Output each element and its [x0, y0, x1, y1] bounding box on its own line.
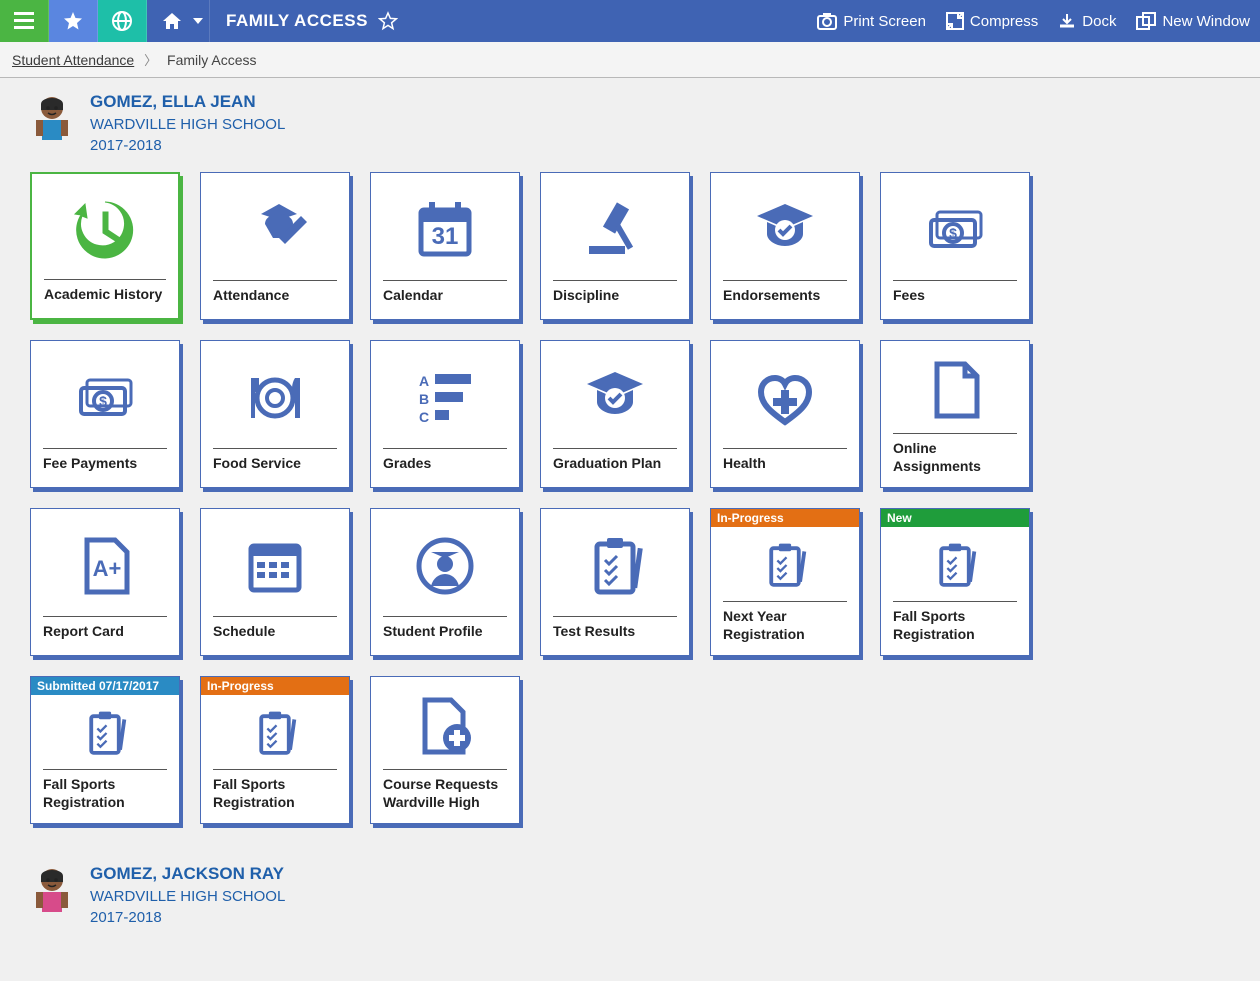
chevron-down-icon: [193, 18, 203, 24]
tile-schedule[interactable]: Schedule: [200, 508, 350, 656]
tile-fees[interactable]: Fees: [880, 172, 1030, 320]
tile-label: Health: [711, 455, 859, 487]
avatar: [30, 92, 74, 140]
student-school: WARDVILLE HIGH SCHOOL: [90, 888, 285, 905]
page-title-text: FAMILY ACCESS: [226, 11, 368, 31]
breadcrumb-current: Family Access: [167, 52, 256, 68]
status-badge: In-Progress: [201, 677, 349, 695]
compress-button[interactable]: Compress: [936, 0, 1048, 42]
tile-label: Fees: [881, 287, 1029, 319]
globe-button[interactable]: [98, 0, 147, 42]
tile-test-results[interactable]: Test Results: [540, 508, 690, 656]
status-badge: In-Progress: [711, 509, 859, 527]
student-name: GOMEZ, JACKSON RAY: [90, 864, 285, 884]
tile-label: Next Year Registration: [711, 608, 859, 655]
topbar: FAMILY ACCESS Print Screen Compress Dock…: [0, 0, 1260, 42]
tile-label: Fee Payments: [31, 455, 179, 487]
student-year: 2017-2018: [90, 909, 285, 926]
gradcheck-icon: [711, 173, 859, 280]
tile-label: Discipline: [541, 287, 689, 319]
tile-fee-payments[interactable]: Fee Payments: [30, 340, 180, 488]
doc-icon: [881, 341, 1029, 433]
tile-label: Academic History: [32, 286, 178, 318]
chevron-right-icon: 〉: [144, 53, 157, 68]
student-header: GOMEZ, ELLA JEAN WARDVILLE HIGH SCHOOL 2…: [30, 92, 1230, 154]
new-window-icon: [1136, 12, 1156, 30]
grades-icon: [371, 341, 519, 448]
print-screen-button[interactable]: Print Screen: [807, 0, 936, 42]
tile-label: Calendar: [371, 287, 519, 319]
health-icon: [711, 341, 859, 448]
gavel-icon: [541, 173, 689, 280]
tile-attendance[interactable]: Attendance: [200, 172, 350, 320]
tile-label: Test Results: [541, 623, 689, 655]
tile-calendar[interactable]: Calendar: [370, 172, 520, 320]
tile-label: Student Profile: [371, 623, 519, 655]
calendar-icon: [371, 173, 519, 280]
hamburger-icon: [14, 12, 34, 30]
globe-icon: [112, 11, 132, 31]
food-icon: [201, 341, 349, 448]
tile-report-card[interactable]: Report Card: [30, 508, 180, 656]
favorites-button[interactable]: [49, 0, 98, 42]
star-icon: [63, 11, 83, 31]
tile-academic-history[interactable]: Academic History: [30, 172, 180, 320]
report-icon: [31, 509, 179, 616]
tile-label: Fall Sports Registration: [201, 776, 349, 823]
tile-label: Course Requests Wardville High: [371, 776, 519, 823]
status-badge: Submitted 07/17/2017: [31, 677, 179, 695]
schedule-icon: [201, 509, 349, 616]
tile-label: Endorsements: [711, 287, 859, 319]
student-header: GOMEZ, JACKSON RAY WARDVILLE HIGH SCHOOL…: [30, 864, 1230, 926]
tile-discipline[interactable]: Discipline: [540, 172, 690, 320]
menu-button[interactable]: [0, 0, 49, 42]
tile-health[interactable]: Health: [710, 340, 860, 488]
docplus-icon: [371, 677, 519, 769]
tile-graduation-plan[interactable]: Graduation Plan: [540, 340, 690, 488]
avatar: [30, 864, 74, 912]
student-name: GOMEZ, ELLA JEAN: [90, 92, 285, 112]
breadcrumb: Student Attendance 〉 Family Access: [0, 42, 1260, 78]
attendance-icon: [201, 173, 349, 280]
page-title: FAMILY ACCESS: [210, 0, 414, 42]
tile-next-year-registration[interactable]: In-Progress Next Year Registration: [710, 508, 860, 656]
tile-grades[interactable]: Grades: [370, 340, 520, 488]
breadcrumb-parent[interactable]: Student Attendance: [12, 52, 134, 68]
tile-label: Food Service: [201, 455, 349, 487]
gradcheck-icon: [541, 341, 689, 448]
profile-icon: [371, 509, 519, 616]
student-year: 2017-2018: [90, 137, 285, 154]
camera-icon: [817, 12, 837, 30]
tile-course-requests-wardville-high[interactable]: Course Requests Wardville High: [370, 676, 520, 824]
student-school: WARDVILLE HIGH SCHOOL: [90, 116, 285, 133]
home-button[interactable]: [147, 0, 210, 42]
clipboard-icon: [541, 509, 689, 616]
dock-button[interactable]: Dock: [1048, 0, 1126, 42]
tile-student-profile[interactable]: Student Profile: [370, 508, 520, 656]
dock-icon: [1058, 12, 1076, 30]
status-badge: New: [881, 509, 1029, 527]
compress-icon: [946, 12, 964, 30]
tile-label: Grades: [371, 455, 519, 487]
new-window-button[interactable]: New Window: [1126, 0, 1260, 42]
tile-food-service[interactable]: Food Service: [200, 340, 350, 488]
tile-label: Attendance: [201, 287, 349, 319]
tile-label: Fall Sports Registration: [881, 608, 1029, 655]
tile-endorsements[interactable]: Endorsements: [710, 172, 860, 320]
tile-label: Fall Sports Registration: [31, 776, 179, 823]
tile-online-assignments[interactable]: Online Assignments: [880, 340, 1030, 488]
tile-fall-sports-registration[interactable]: Submitted 07/17/2017 Fall Sports Registr…: [30, 676, 180, 824]
money-icon: [31, 341, 179, 448]
tile-fall-sports-registration[interactable]: New Fall Sports Registration: [880, 508, 1030, 656]
tile-label: Report Card: [31, 623, 179, 655]
tile-fall-sports-registration[interactable]: In-Progress Fall Sports Registration: [200, 676, 350, 824]
home-icon: [161, 11, 183, 31]
tile-grid: Academic History Attendance Calendar Dis…: [30, 172, 1230, 824]
tile-label: Schedule: [201, 623, 349, 655]
money-icon: [881, 173, 1029, 280]
tile-label: Graduation Plan: [541, 455, 689, 487]
favorite-toggle[interactable]: [378, 11, 398, 31]
tile-label: Online Assignments: [881, 440, 1029, 487]
history-icon: [32, 174, 178, 279]
